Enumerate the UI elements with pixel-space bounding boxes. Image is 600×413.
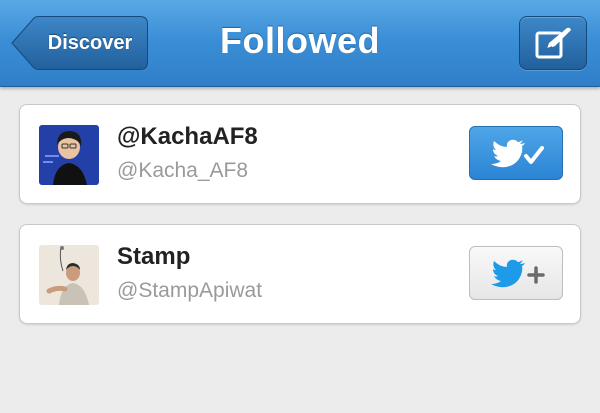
user-display-name: @KachaAF8 (117, 123, 258, 150)
twitter-bird-check-icon (491, 139, 544, 168)
page-title: Followed (220, 20, 380, 61)
following-toggle-button[interactable] (469, 126, 563, 180)
user-photo-stamp (39, 245, 99, 305)
user-card[interactable]: @KachaAF8 @Kacha_AF8 (19, 104, 581, 204)
compose-button[interactable] (519, 16, 587, 70)
avatar (39, 245, 99, 305)
user-photo-kacha (39, 125, 99, 185)
user-handle: @Kacha_AF8 (117, 159, 249, 182)
user-card[interactable]: Stamp @StampApiwat (19, 224, 581, 324)
follow-button[interactable] (469, 246, 563, 300)
twitter-bird-plus-icon (491, 259, 545, 288)
compose-icon (535, 27, 571, 59)
user-handle: @StampApiwat (117, 279, 263, 302)
navigation-bar: Discover Followed (0, 0, 600, 87)
user-display-name: Stamp (117, 243, 191, 270)
avatar (39, 125, 99, 185)
